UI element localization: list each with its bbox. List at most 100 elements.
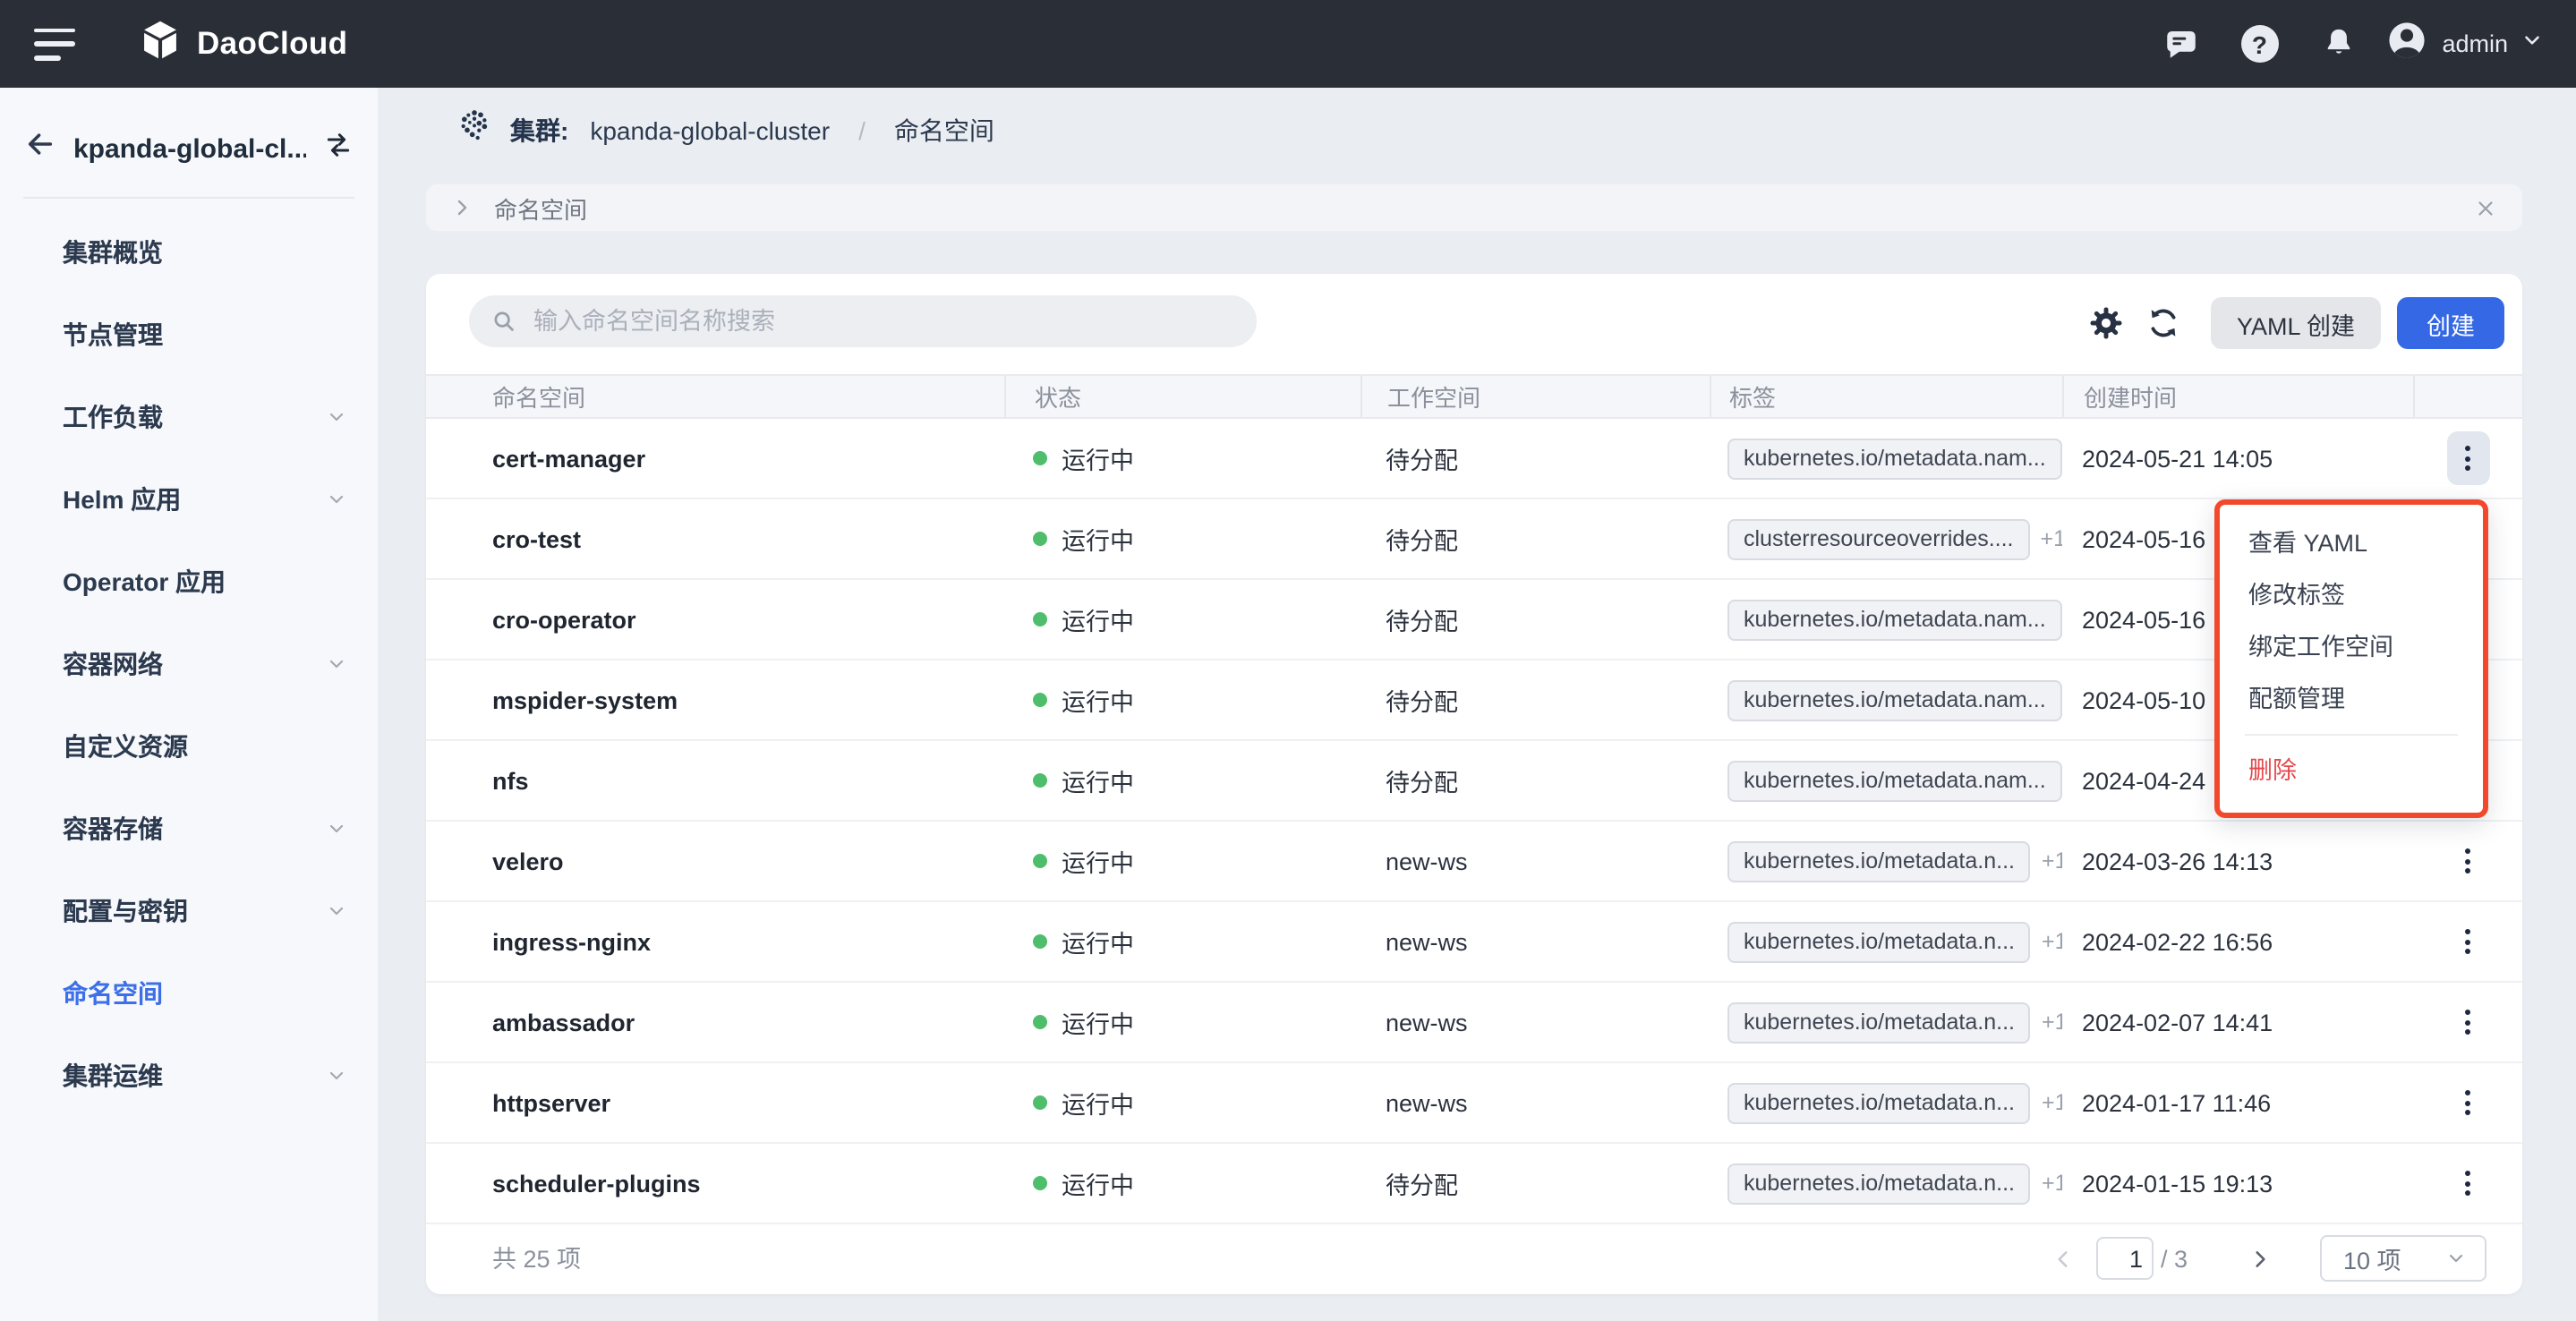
brand-logo[interactable]: DaoCloud	[138, 17, 347, 71]
namespace-name[interactable]: mspider-system	[426, 660, 1004, 739]
label-extra-count: +1	[2042, 848, 2062, 874]
namespace-name[interactable]: ambassador	[426, 983, 1004, 1061]
label-chip: kubernetes.io/metadata.n...	[1727, 921, 2031, 962]
created-time: 2024-02-07 14:41	[2062, 983, 2413, 1061]
settings-gear-icon[interactable]	[2087, 304, 2125, 342]
cluster-dots-icon	[456, 107, 492, 152]
menu-item-quota-management[interactable]: 配额管理	[2220, 673, 2483, 725]
create-button[interactable]: 创建	[2397, 297, 2504, 349]
yaml-create-button[interactable]: YAML 创建	[2211, 297, 2381, 349]
message-icon[interactable]	[2141, 17, 2220, 71]
pagination-next-icon[interactable]	[2248, 1248, 2272, 1276]
workspace-cell: new-ws	[1361, 822, 1710, 900]
status-text: 运行中	[1062, 601, 1134, 637]
namespace-name[interactable]: cro-operator	[426, 580, 1004, 659]
sidebar-item-container-network[interactable]: 容器网络	[0, 623, 378, 705]
column-header-status: 状态	[1004, 376, 1361, 417]
label-chip: kubernetes.io/metadata.nam...	[1727, 438, 2062, 479]
label-chip: kubernetes.io/metadata.n...	[1727, 1163, 2031, 1204]
menu-item-bind-workspace[interactable]: 绑定工作空间	[2220, 621, 2483, 673]
search-icon	[490, 308, 517, 335]
menu-toggle-icon[interactable]	[34, 28, 77, 60]
chevron-down-icon	[326, 653, 347, 675]
label-extra-count: +1	[2042, 1171, 2062, 1196]
sidebar-item-config-secrets[interactable]: 配置与密钥	[0, 870, 378, 952]
switch-cluster-icon[interactable]	[324, 130, 353, 167]
search-input[interactable]	[517, 308, 1257, 335]
namespace-name[interactable]: cro-test	[426, 499, 1004, 578]
help-icon[interactable]: ?	[2220, 17, 2299, 71]
menu-item-view-yaml[interactable]: 查看 YAML	[2220, 517, 2483, 569]
sidebar-item-workloads[interactable]: 工作负载	[0, 376, 378, 458]
label-chip: clusterresourceoverrides....	[1727, 518, 2030, 559]
avatar	[2384, 17, 2429, 71]
refresh-icon[interactable]	[2145, 304, 2182, 342]
namespace-name[interactable]: httpserver	[426, 1063, 1004, 1142]
namespace-name[interactable]: nfs	[426, 741, 1004, 820]
label-extra-count: +1	[2041, 526, 2062, 551]
workspace-cell: new-ws	[1361, 983, 1710, 1061]
status-dot	[1033, 612, 1047, 626]
menu-divider	[2245, 734, 2458, 736]
workspace-cell: new-ws	[1361, 1063, 1710, 1142]
chevron-down-icon	[326, 406, 347, 428]
menu-item-delete[interactable]: 删除	[2220, 745, 2483, 797]
pagination-page-input[interactable]	[2096, 1237, 2154, 1280]
row-actions-kebab-icon[interactable]	[2446, 431, 2489, 485]
row-actions-kebab-icon[interactable]	[2446, 834, 2489, 888]
row-actions-kebab-icon[interactable]	[2446, 995, 2489, 1049]
status-text: 运行中	[1062, 924, 1134, 959]
status-dot	[1033, 773, 1047, 788]
table-header: 命名空间 状态 工作空间 标签 创建时间	[426, 374, 2522, 419]
namespace-name[interactable]: velero	[426, 822, 1004, 900]
sidebar-item-custom-resources[interactable]: 自定义资源	[0, 705, 378, 788]
status-text: 运行中	[1062, 682, 1134, 718]
chevron-down-icon	[326, 1065, 347, 1087]
pagination-total: 共 25 项	[492, 1224, 581, 1294]
close-icon[interactable]	[2474, 196, 2497, 219]
workspace-cell: 待分配	[1361, 741, 1710, 820]
namespace-name[interactable]: ingress-nginx	[426, 902, 1004, 981]
namespace-name[interactable]: scheduler-plugins	[426, 1144, 1004, 1223]
sidebar-item-namespaces[interactable]: 命名空间	[0, 952, 378, 1035]
sidebar-item-container-storage[interactable]: 容器存储	[0, 788, 378, 870]
user-chevron-down-icon	[2521, 28, 2544, 60]
label-chip: kubernetes.io/metadata.n...	[1727, 1082, 2031, 1123]
user-menu[interactable]: admin	[2384, 17, 2544, 71]
column-header-name: 命名空间	[426, 376, 1004, 417]
search-box	[469, 295, 1257, 347]
created-time: 2024-01-15 19:13	[2062, 1144, 2413, 1223]
cluster-name: kpanda-global-cl...	[73, 133, 306, 164]
sidebar-item-operator-apps[interactable]: Operator 应用	[0, 541, 378, 623]
sidebar: kpanda-global-cl... 集群概览 节点管理 工作负载 Helm …	[0, 88, 378, 1321]
status-dot	[1033, 693, 1047, 707]
created-time: 2024-01-17 11:46	[2062, 1063, 2413, 1142]
page-size-select[interactable]: 10 项	[2320, 1235, 2486, 1282]
workspace-cell: 待分配	[1361, 1144, 1710, 1223]
status-dot	[1033, 854, 1047, 868]
workspace-cell: 待分配	[1361, 419, 1710, 498]
namespace-panel-bar[interactable]: 命名空间	[426, 184, 2522, 231]
sidebar-item-cluster-overview[interactable]: 集群概览	[0, 211, 378, 294]
table-row: mspider-system 运行中 待分配 kubernetes.io/met…	[426, 660, 2522, 741]
breadcrumb-cluster: kpanda-global-cluster	[590, 115, 830, 144]
menu-item-edit-labels[interactable]: 修改标签	[2220, 569, 2483, 621]
status-dot	[1033, 532, 1047, 546]
row-actions-kebab-icon[interactable]	[2446, 1076, 2489, 1129]
sidebar-item-cluster-ops[interactable]: 集群运维	[0, 1035, 378, 1117]
sidebar-item-helm-apps[interactable]: Helm 应用	[0, 458, 378, 541]
namespace-name[interactable]: cert-manager	[426, 419, 1004, 498]
status-text: 运行中	[1062, 521, 1134, 557]
pagination-prev-icon[interactable]	[2051, 1248, 2075, 1276]
notification-bell-icon[interactable]	[2299, 17, 2377, 71]
back-icon[interactable]	[25, 129, 55, 168]
breadcrumb-prefix: 集群:	[510, 112, 568, 148]
table-row: cro-test 运行中 待分配 clusterresourceoverride…	[426, 499, 2522, 580]
table-row: nfs 运行中 待分配 kubernetes.io/metadata.nam..…	[426, 741, 2522, 822]
chevron-down-icon	[326, 900, 347, 922]
pagination: 共 25 项 / 3 10 项	[426, 1224, 2522, 1294]
row-actions-kebab-icon[interactable]	[2446, 1156, 2489, 1210]
row-actions-kebab-icon[interactable]	[2446, 915, 2489, 968]
sidebar-item-node-management[interactable]: 节点管理	[0, 294, 378, 376]
label-chip: kubernetes.io/metadata.nam...	[1727, 760, 2062, 801]
